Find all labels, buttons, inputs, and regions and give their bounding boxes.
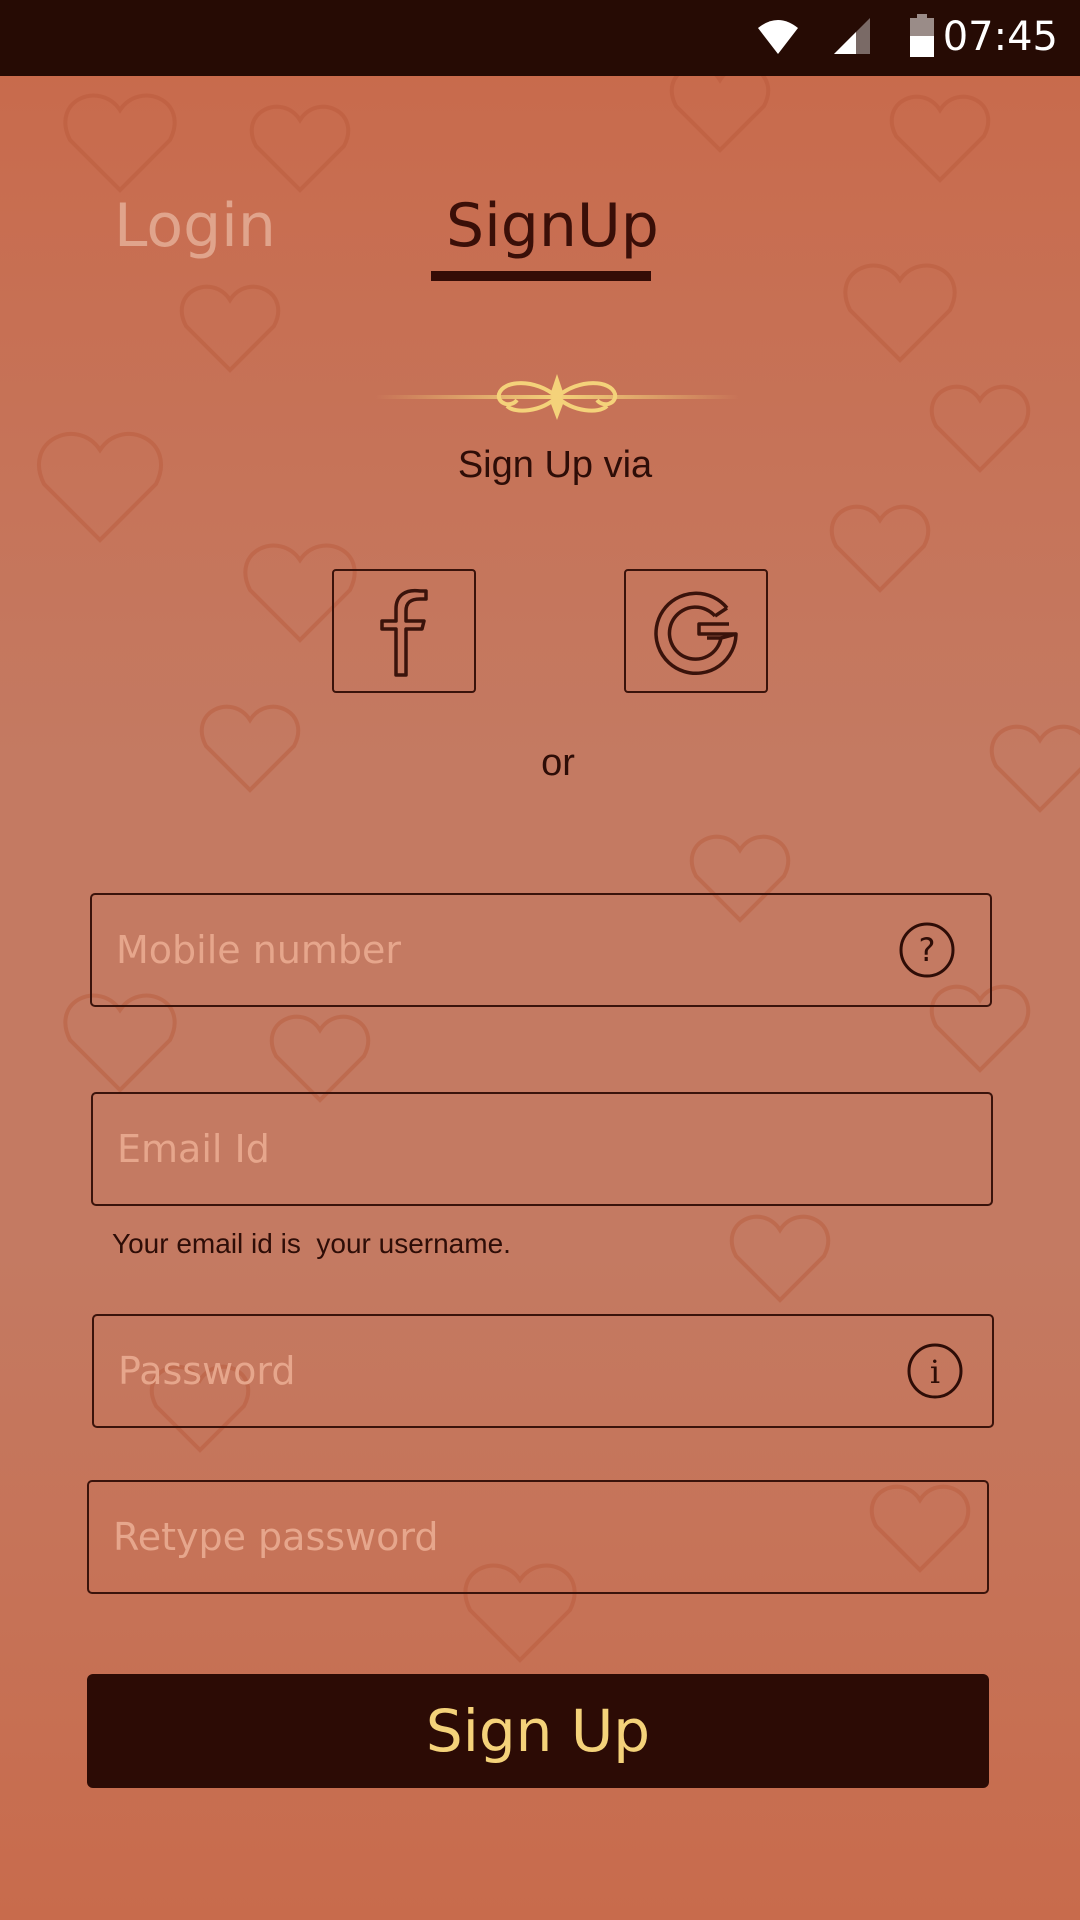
active-tab-indicator <box>431 271 651 281</box>
battery-icon <box>910 14 934 57</box>
google-button[interactable] <box>624 569 768 693</box>
retype-password-input[interactable] <box>89 1482 987 1592</box>
svg-text:i: i <box>930 1353 940 1391</box>
tab-login[interactable]: Login <box>114 190 276 262</box>
email-hint-text: Your email id is your username. <box>112 1228 511 1259</box>
mobile-number-field-box: ? <box>90 893 992 1007</box>
info-icon[interactable]: i <box>906 1342 964 1400</box>
password-field-box: i <box>92 1314 994 1428</box>
google-icon <box>654 591 738 676</box>
status-time: 07:45 <box>942 14 1058 60</box>
email-input[interactable] <box>93 1094 991 1204</box>
tab-signup[interactable]: SignUp <box>446 190 659 262</box>
mobile-number-input[interactable] <box>92 895 990 1005</box>
facebook-icon <box>380 588 428 677</box>
sign-up-button[interactable]: Sign Up <box>87 1674 989 1788</box>
signal-icon <box>834 18 870 54</box>
or-separator: or <box>541 742 575 784</box>
ornament-divider-icon <box>375 374 739 420</box>
svg-text:?: ? <box>919 931 936 969</box>
email-field-box <box>91 1092 993 1206</box>
password-input[interactable] <box>94 1316 992 1426</box>
signup-screen: 07:45 Login SignUp Sign Up via or Mobile… <box>0 0 1080 1920</box>
signup-via-label: Sign Up via <box>457 444 653 486</box>
wifi-icon <box>758 20 798 54</box>
facebook-button[interactable] <box>332 569 476 693</box>
help-icon[interactable]: ? <box>898 921 956 979</box>
retype-password-field-box <box>87 1480 989 1594</box>
status-bar: 07:45 <box>0 0 1080 76</box>
